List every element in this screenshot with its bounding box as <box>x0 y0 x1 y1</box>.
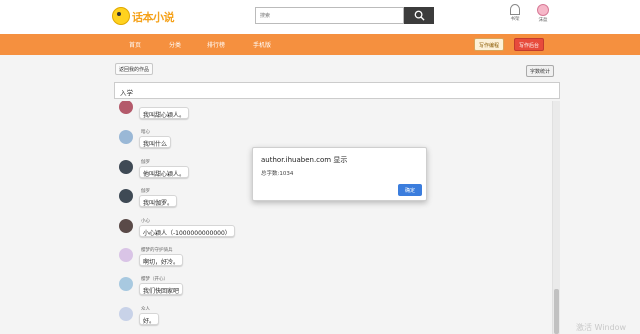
search-input[interactable] <box>255 7 404 24</box>
user-menu[interactable]: 沫盈 <box>531 4 555 23</box>
bookshelf-icon <box>510 4 520 15</box>
chat-message[interactable]: 小心 小心颖人（-1000000000000） <box>114 218 414 246</box>
chat-message[interactable]: 樱梦（开心） 我们快回家吧 <box>114 276 414 304</box>
dialog-title: author.ihuaben.com 显示 <box>261 156 348 164</box>
character-name: 暗心 <box>141 130 150 135</box>
writer-backend-button[interactable]: 写作后台 <box>514 38 545 51</box>
nav-category[interactable]: 分类 <box>169 40 181 49</box>
message-bubble: 好。 <box>139 313 160 325</box>
chat-message[interactable]: 众人 好。 <box>114 306 414 334</box>
character-avatar <box>119 219 133 233</box>
scrollbar-thumb[interactable] <box>554 289 559 334</box>
message-bubble: 我们快回家吧 <box>139 283 184 295</box>
logo-text: 话本小说 <box>132 11 175 24</box>
character-avatar <box>119 189 133 203</box>
chat-content-area: 面孔 我叫甜心颖人。 暗心 我叫什么 伽罗 他叫甜心颖人。 伽罗 我叫伽罗。 小… <box>114 101 560 334</box>
character-name: 樱梦的守护骑兵 <box>141 248 173 253</box>
message-bubble: 我叫什么 <box>139 136 172 148</box>
write-wiki-label: 写作编程 <box>479 43 500 49</box>
alert-dialog: author.ihuaben.com 显示 总字数:1034 确定 <box>252 147 427 201</box>
search-icon <box>414 10 425 21</box>
message-bubble: 啊切，好冷。 <box>139 254 184 266</box>
dialog-ok-button[interactable]: 确定 <box>398 184 422 196</box>
nav-mobile[interactable]: 手机版 <box>253 40 271 49</box>
bookshelf-link[interactable]: 书架 <box>503 4 527 22</box>
user-avatar <box>537 4 549 16</box>
write-wiki-button[interactable]: 写作编程 <box>474 38 505 51</box>
writer-backend-label: 写作后台 <box>519 43 540 49</box>
site-logo[interactable]: 话本小说 <box>112 6 176 28</box>
character-avatar <box>119 130 133 144</box>
character-name: 伽罗 <box>141 160 150 165</box>
character-name: 众人 <box>141 307 150 312</box>
main-nav: 首页 分类 排行榜 手机版 写作编程 写作后台 <box>0 34 640 55</box>
activation-watermark: 激活 Window <box>576 323 627 332</box>
nav-home[interactable]: 首页 <box>129 40 141 49</box>
back-to-my-works-button[interactable]: 返回我的作品 <box>115 63 154 75</box>
dialog-message: 总字数:1034 <box>261 171 294 177</box>
chat-message[interactable]: 樱梦的守护骑兵 啊切，好冷。 <box>114 247 414 275</box>
bookshelf-label: 书架 <box>510 17 520 22</box>
character-avatar <box>119 101 133 114</box>
search-button[interactable] <box>404 7 434 24</box>
search-bar <box>255 7 434 24</box>
character-avatar <box>119 307 133 321</box>
chat-scrollbar[interactable] <box>552 101 560 334</box>
word-count-button[interactable]: 字数统计 <box>526 65 555 77</box>
nav-ranking[interactable]: 排行榜 <box>207 40 225 49</box>
chapter-title-field[interactable]: 入学 <box>114 82 560 99</box>
user-name: 沫盈 <box>538 18 548 23</box>
character-name: 樱梦（开心） <box>141 277 168 282</box>
logo-bird-icon <box>112 7 130 25</box>
message-bubble: 小心颖人（-1000000000000） <box>139 225 235 237</box>
chat-message[interactable]: 面孔 我叫甜心颖人。 <box>114 101 414 127</box>
message-bubble: 我叫伽罗。 <box>139 195 178 207</box>
message-bubble: 我叫甜心颖人。 <box>139 107 190 119</box>
character-avatar <box>119 248 133 262</box>
message-bubble: 他叫甜心颖人。 <box>139 166 190 178</box>
character-name: 伽罗 <box>141 189 150 194</box>
top-bar: 话本小说 书架 沫盈 <box>0 0 640 34</box>
character-avatar <box>119 160 133 174</box>
character-name: 小心 <box>141 219 150 224</box>
character-avatar <box>119 277 133 291</box>
